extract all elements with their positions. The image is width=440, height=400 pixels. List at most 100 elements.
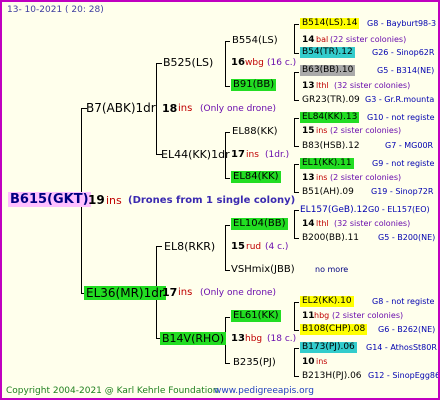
root-suffix: ins — [106, 194, 122, 207]
gen4-queen-11[interactable]: EL2(KK).10 — [300, 296, 354, 307]
connector — [225, 363, 230, 364]
date-header: 13- 10-2021 ( 20: 28) — [7, 5, 104, 15]
root-note: (Drones from 1 single colony) — [128, 195, 296, 206]
gen2-queen-a[interactable]: B525(LS) — [163, 57, 213, 68]
gen2-c-number: 15 — [231, 241, 245, 252]
gen4-queen-8[interactable]: B51(AH).09 — [302, 188, 354, 197]
site-link[interactable]: www.pedigreeapis.org — [214, 387, 314, 396]
gen3-d2-suffix: ins — [316, 357, 328, 366]
gen4-queen-13[interactable]: B173(PJ).06 — [300, 342, 357, 353]
gen4-queen-3[interactable]: B63(BB).10 — [300, 65, 356, 76]
gen4-info-3: G5 - B314(NE) — [377, 66, 435, 75]
connector — [225, 225, 226, 271]
gen3-b1-note: (2 sister colonies) — [330, 126, 402, 135]
connector — [225, 41, 230, 42]
gen4-queen-10[interactable]: B200(BB).11 — [302, 234, 359, 243]
gen3-a1-note: (22 sister colonies) — [330, 35, 407, 44]
gen4-queen-1[interactable]: B514(LS).14 — [300, 18, 360, 29]
gen2-d-suffix: hbg — [245, 334, 263, 344]
gen4-info-12: G6 - B262(NE) — [378, 325, 436, 334]
gen3-a2-suffix: lthl — [316, 81, 329, 90]
gen3-queen-d2[interactable]: B235(PJ) — [233, 358, 276, 368]
gen4-info-10: G5 - B200(NE) — [378, 233, 436, 242]
dam-number: 17 — [162, 286, 178, 299]
dam-queen[interactable]: EL36(MR)1dr — [84, 286, 166, 300]
connector — [294, 72, 299, 73]
dam-suffix: ins — [178, 287, 193, 298]
gen4-info-6: G7 - MG00R — [385, 141, 434, 150]
gen4-info-9: G0 - EL157(EO) — [368, 205, 430, 214]
sire-suffix: ins — [178, 103, 193, 114]
gen3-queen-c1[interactable]: EL104(BB) — [231, 218, 288, 230]
connector — [294, 238, 299, 239]
dam-note: (Only one drone) — [200, 288, 277, 298]
gen3-b2-number: 13 — [302, 173, 315, 183]
gen2-queen-c[interactable]: EL8(RKR) — [164, 241, 215, 252]
gen4-queen-4[interactable]: GR23(TR).09 — [302, 96, 360, 105]
connector — [294, 164, 295, 193]
connector — [294, 376, 299, 377]
gen3-c1-number: 14 — [302, 219, 315, 229]
gen2-queen-d[interactable]: B14V(RHO) — [160, 332, 227, 345]
root-number: 19 — [88, 193, 105, 207]
gen4-queen-12[interactable]: B108(CHP).08 — [300, 324, 368, 335]
gen4-queen-5[interactable]: EL84(KK).13 — [300, 112, 360, 123]
gen3-d1-suffix: hbg — [314, 311, 330, 320]
gen3-queen-a2[interactable]: B91(BB) — [231, 79, 277, 91]
connector — [156, 63, 162, 64]
gen3-b2-note: (2 sister colonies) — [330, 173, 402, 182]
connector — [225, 270, 230, 271]
gen3-a2-note: (32 sister colonies) — [334, 81, 411, 90]
gen3-c1-note: (32 sister colonies) — [334, 219, 411, 228]
connector — [294, 53, 299, 54]
connector — [225, 86, 230, 87]
connector — [294, 330, 299, 331]
gen3-queen-b2[interactable]: EL84(KK) — [231, 171, 281, 183]
gen4-info-7: G9 - not registe — [372, 159, 435, 168]
gen3-d2-number: 10 — [302, 357, 315, 367]
gen2-a-note: (16 c.) — [267, 58, 297, 68]
connector — [294, 348, 299, 349]
copyright-text: Copyright 2004-2021 @ Karl Kehrle Founda… — [6, 386, 219, 396]
connector — [294, 118, 295, 147]
connector — [225, 132, 230, 133]
gen4-info-13: G14 - AthosSt80R — [366, 343, 437, 352]
gen3-b2-suffix: ins — [316, 173, 328, 182]
gen3-queen-a1[interactable]: B554(LS) — [232, 36, 278, 46]
gen4-queen-7[interactable]: EL1(KK).11 — [300, 158, 354, 169]
gen4-queen-6[interactable]: B83(HSB).12 — [302, 142, 360, 151]
gen2-queen-b[interactable]: EL44(KK)1dr — [161, 149, 230, 160]
gen4-info-14: G12 - SinopEgg86R — [368, 371, 440, 380]
root-queen[interactable]: B615(GKT) — [8, 192, 91, 207]
gen4-queen-9[interactable]: EL157(GeB).12 — [300, 206, 368, 215]
gen3-d1-note: (2 sister colonies) — [332, 311, 404, 320]
gen3-d1-number: 11 — [302, 311, 315, 321]
gen4-queen-14[interactable]: B213H(PJ).06 — [302, 372, 362, 381]
sire-queen[interactable]: B7(ABK)1dr — [86, 102, 156, 114]
gen3-b1-suffix: ins — [316, 126, 328, 135]
gen4-info-1: G8 - Bayburt98-3 — [367, 19, 437, 28]
gen2-b-number: 17 — [231, 149, 245, 160]
connector — [294, 146, 299, 147]
gen2-a-suffix: wbg — [245, 58, 264, 68]
connector — [294, 192, 299, 193]
sire-number: 18 — [162, 102, 178, 115]
gen3-c1-suffix: lthl — [316, 219, 329, 228]
gen2-b-suffix: ins — [246, 150, 259, 160]
connector — [294, 118, 299, 119]
gen3-queen-b1[interactable]: EL88(KK) — [232, 127, 278, 137]
gen3-queen-c2[interactable]: VSHmix(JBB) — [231, 265, 295, 275]
gen3-a2-number: 13 — [302, 81, 315, 91]
gen4-queen-2[interactable]: B54(TR).12 — [300, 47, 355, 58]
sire-note: (Only one drone) — [200, 104, 277, 114]
connector — [294, 24, 299, 25]
gen3-c2-note: no more — [315, 265, 349, 274]
pedigree-chart: { "header": {"date": "13- 10-2021 ( 20: … — [0, 0, 440, 400]
gen4-info-2: G26 - Sinop62R — [372, 48, 435, 57]
connector — [225, 178, 230, 179]
gen3-queen-d1[interactable]: EL61(KK) — [231, 310, 281, 322]
gen2-d-number: 13 — [231, 333, 245, 344]
connector — [294, 302, 295, 331]
connector — [225, 225, 230, 226]
connector — [294, 164, 299, 165]
